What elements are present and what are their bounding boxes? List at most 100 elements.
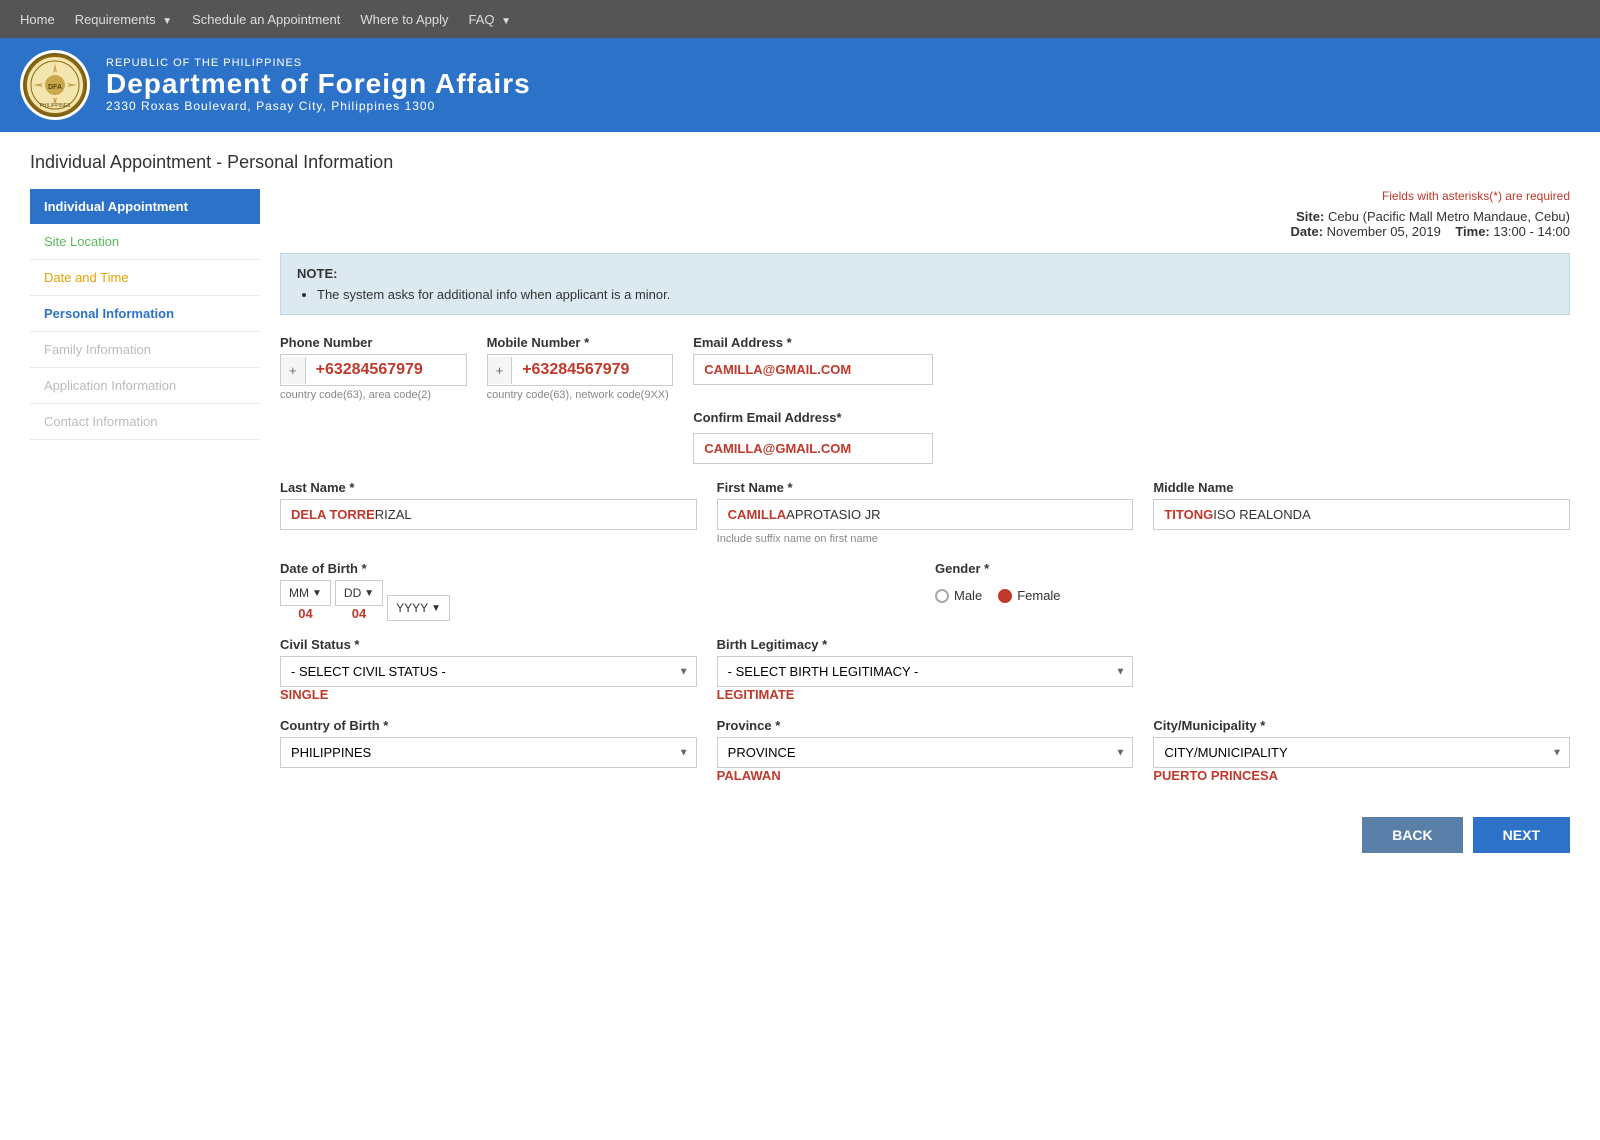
phone-input[interactable] <box>306 355 466 385</box>
nav-schedule[interactable]: Schedule an Appointment <box>192 2 340 37</box>
dob-group: Date of Birth * MM ▼ 04 DD <box>280 561 915 621</box>
country-birth-label: Country of Birth * <box>280 718 697 733</box>
first-name-label: First Name * <box>717 480 1134 495</box>
phone-prefix: + <box>281 357 306 384</box>
mobile-input[interactable] <box>512 355 672 385</box>
sidebar: Individual Appointment Site Location Dat… <box>30 189 260 853</box>
back-button[interactable]: BACK <box>1362 817 1462 853</box>
location-row: Country of Birth * PHILIPPINES ▼ Provinc… <box>280 718 1570 783</box>
email-input[interactable] <box>693 354 933 385</box>
confirm-email-label: Confirm Email Address* <box>693 410 933 425</box>
last-name-label: Last Name * <box>280 480 697 495</box>
last-name-suffix: RIZAL <box>375 507 412 522</box>
form-area: Fields with asterisks(*) are required Si… <box>280 189 1570 853</box>
dob-yyyy-select[interactable]: YYYY ▼ <box>387 595 450 621</box>
phone-group: Phone Number + country code(63), area co… <box>280 335 467 401</box>
middle-name-display[interactable]: TITONGISO REALONDA <box>1153 499 1570 530</box>
civil-status-wrapper: - SELECT CIVIL STATUS - SINGLE MARRIED ▼ <box>280 656 697 687</box>
country-birth-select[interactable]: PHILIPPINES <box>280 737 697 768</box>
header-banner: DFA PHILIPPINES Republic of the Philippi… <box>0 38 1600 132</box>
dob-mm-select[interactable]: MM ▼ 04 <box>280 580 331 621</box>
time-value: 13:00 - 14:00 <box>1493 224 1570 239</box>
first-name-suffix: APROTASIO JR <box>786 507 880 522</box>
logo-container: DFA PHILIPPINES <box>20 50 90 120</box>
gender-female-radio[interactable] <box>998 589 1012 603</box>
site-value: Cebu (Pacific Mall Metro Mandaue, Cebu) <box>1328 209 1570 224</box>
middle-name-red: TITONG <box>1164 507 1213 522</box>
first-name-display[interactable]: CAMILLAAPROTASIO JR <box>717 499 1134 530</box>
gender-label: Gender * <box>935 561 1570 576</box>
time-label: Time: <box>1455 224 1489 239</box>
country-birth-group: Country of Birth * PHILIPPINES ▼ <box>280 718 697 768</box>
site-label: Site: <box>1296 209 1324 224</box>
next-button[interactable]: NEXT <box>1473 817 1570 853</box>
nav-faq[interactable]: FAQ ▼ <box>468 2 511 37</box>
dob-mm-arrow: ▼ <box>312 588 322 599</box>
gender-male-radio[interactable] <box>935 589 949 603</box>
sidebar-item-personal-info[interactable]: Personal Information <box>30 296 260 332</box>
dob-dd-select[interactable]: DD ▼ 04 <box>335 580 383 621</box>
civil-status-select[interactable]: - SELECT CIVIL STATUS - SINGLE MARRIED <box>280 656 697 687</box>
note-box: NOTE: The system asks for additional inf… <box>280 253 1570 315</box>
dob-gender-row: Date of Birth * MM ▼ 04 DD <box>280 561 1570 621</box>
last-name-red: DELA TORRE <box>291 507 375 522</box>
phone-input-group[interactable]: + <box>280 354 467 386</box>
mobile-hint: country code(63), network code(9XX) <box>487 389 674 401</box>
birth-legit-group: Birth Legitimacy * - SELECT BIRTH LEGITI… <box>717 637 1134 702</box>
birth-legit-wrapper: - SELECT BIRTH LEGITIMACY - LEGITIMATE I… <box>717 656 1134 687</box>
province-value: PALAWAN <box>717 768 1134 783</box>
date-label: Date: <box>1291 224 1324 239</box>
republic-text: Republic of the Philippines <box>106 57 531 69</box>
header-text: Republic of the Philippines Department o… <box>106 57 531 114</box>
gender-options: Male Female <box>935 588 1570 603</box>
dob-inputs: MM ▼ 04 DD ▼ 04 <box>280 580 915 621</box>
mobile-label: Mobile Number * <box>487 335 674 350</box>
mobile-input-group[interactable]: + <box>487 354 674 386</box>
sidebar-item-site-location[interactable]: Site Location <box>30 224 260 260</box>
nav-home[interactable]: Home <box>20 2 55 37</box>
email-label: Email Address * <box>693 335 933 350</box>
dob-dd-arrow: ▼ <box>364 588 374 599</box>
sidebar-item-family-info: Family Information <box>30 332 260 368</box>
phone-label: Phone Number <box>280 335 467 350</box>
country-birth-wrapper: PHILIPPINES ▼ <box>280 737 697 768</box>
confirm-email-input[interactable] <box>693 433 933 464</box>
birth-legit-select[interactable]: - SELECT BIRTH LEGITIMACY - LEGITIMATE I… <box>717 656 1134 687</box>
civil-legit-row: Civil Status * - SELECT CIVIL STATUS - S… <box>280 637 1570 702</box>
nav-requirements[interactable]: Requirements ▼ <box>75 2 172 37</box>
last-name-group: Last Name * DELA TORRERIZAL <box>280 480 697 530</box>
birth-legit-label: Birth Legitimacy * <box>717 637 1134 652</box>
main-layout: Individual Appointment Site Location Dat… <box>30 189 1570 853</box>
dob-dd-value: 04 <box>352 606 366 621</box>
dob-label: Date of Birth * <box>280 561 915 576</box>
logo-emblem: DFA PHILIPPINES <box>23 53 87 117</box>
nav-where-to-apply[interactable]: Where to Apply <box>360 2 448 37</box>
sidebar-item-application-info: Application Information <box>30 368 260 404</box>
gender-female-option[interactable]: Female <box>998 588 1060 603</box>
middle-name-label: Middle Name <box>1153 480 1570 495</box>
first-name-group: First Name * CAMILLAAPROTASIO JR Include… <box>717 480 1134 545</box>
sidebar-item-date-time[interactable]: Date and Time <box>30 260 260 296</box>
sidebar-header: Individual Appointment <box>30 189 260 224</box>
city-value: PUERTO PRINCESA <box>1153 768 1570 783</box>
dropdown-arrow: ▼ <box>162 16 172 27</box>
civil-status-value: SINGLE <box>280 687 697 702</box>
dob-dd-label: DD <box>344 586 361 600</box>
dept-name: Department of Foreign Affairs <box>106 69 531 100</box>
dob-yyyy-label: YYYY <box>396 601 428 615</box>
note-bullet: The system asks for additional info when… <box>317 287 1553 302</box>
last-name-display[interactable]: DELA TORRERIZAL <box>280 499 697 530</box>
city-wrapper: CITY/MUNICIPALITY ▼ <box>1153 737 1570 768</box>
mobile-group: Mobile Number * + country code(63), netw… <box>487 335 674 401</box>
gender-group: Gender * Male Female <box>935 561 1570 603</box>
province-select[interactable]: PROVINCE <box>717 737 1134 768</box>
city-select[interactable]: CITY/MUNICIPALITY <box>1153 737 1570 768</box>
required-note: Fields with asterisks(*) are required <box>280 189 1570 203</box>
city-label: City/Municipality * <box>1153 718 1570 733</box>
sidebar-item-contact-info: Contact Information <box>30 404 260 440</box>
date-value: November 05, 2019 <box>1327 224 1441 239</box>
gender-male-option[interactable]: Male <box>935 588 982 603</box>
dob-yyyy-arrow: ▼ <box>431 603 441 614</box>
dob-mm-value: 04 <box>298 606 312 621</box>
birth-legit-value: LEGITIMATE <box>717 687 1134 702</box>
